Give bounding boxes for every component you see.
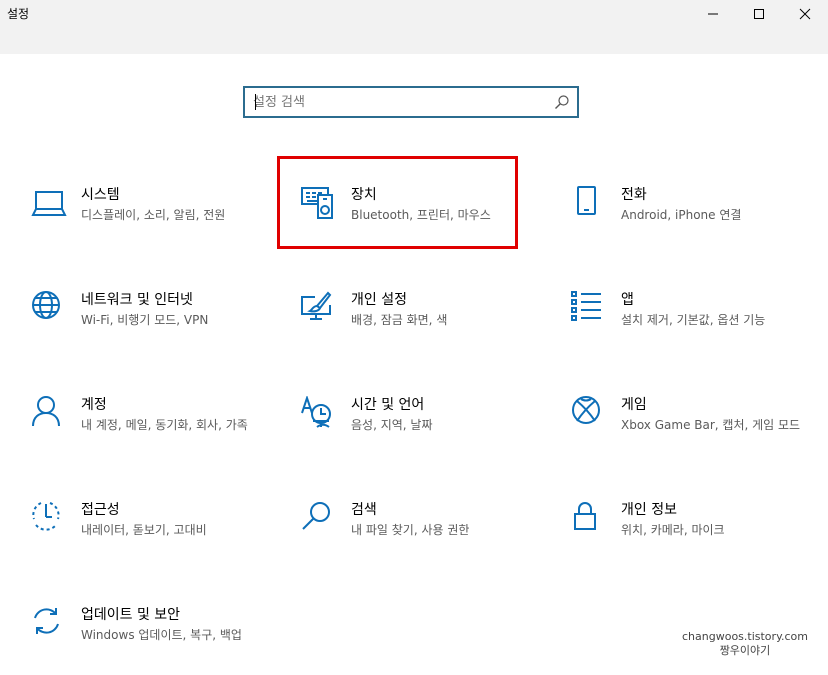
xbox-icon xyxy=(571,396,607,432)
tile-title: 장치 xyxy=(351,187,377,203)
devices-icon xyxy=(301,186,337,222)
watermark: changwoos.tistory.com 짱우이야기 xyxy=(670,630,820,658)
laptop-icon xyxy=(31,186,67,222)
tile-title: 앱 xyxy=(621,292,634,308)
search-icon xyxy=(301,501,337,537)
maximize-button[interactable] xyxy=(736,0,782,28)
tile-description: Xbox Game Bar, 캡처, 게임 모드 xyxy=(621,418,801,432)
search-input[interactable] xyxy=(253,92,543,112)
tile-title: 업데이트 및 보안 xyxy=(81,607,181,623)
minimize-icon xyxy=(708,13,718,15)
tile-network[interactable]: 네트워크 및 인터넷 Wi-Fi, 비행기 모드, VPN xyxy=(31,291,271,355)
tile-description: 배경, 잠금 화면, 색 xyxy=(351,313,448,327)
title-bar: 설정 xyxy=(0,0,828,54)
tile-title: 시스템 xyxy=(81,187,120,203)
tile-title: 계정 xyxy=(81,397,107,413)
tile-description: Windows 업데이트, 복구, 백업 xyxy=(81,628,242,642)
search-box[interactable] xyxy=(243,86,579,118)
tile-title: 개인 설정 xyxy=(351,292,407,308)
time-language-icon xyxy=(301,396,337,432)
phone-icon xyxy=(571,186,607,222)
sync-icon xyxy=(31,606,67,642)
tile-title: 개인 정보 xyxy=(621,502,677,518)
globe-icon xyxy=(31,291,67,327)
tile-ease-of-access[interactable]: 접근성 내레이터, 돋보기, 고대비 xyxy=(31,501,271,565)
tile-accounts[interactable]: 계정 내 계정, 메일, 동기화, 회사, 가족 xyxy=(31,396,271,460)
tile-phone[interactable]: 전화 Android, iPhone 연결 xyxy=(571,186,811,250)
tile-description: 위치, 카메라, 마이크 xyxy=(621,523,725,537)
tile-description: 내 파일 찾기, 사용 권한 xyxy=(351,523,470,537)
tile-description: 내 계정, 메일, 동기화, 회사, 가족 xyxy=(81,418,248,432)
paintbrush-monitor-icon xyxy=(301,291,337,327)
tile-description: Bluetooth, 프린터, 마우스 xyxy=(351,208,491,222)
tile-description: 설치 제거, 기본값, 옵션 기능 xyxy=(621,313,766,327)
tile-title: 시간 및 언어 xyxy=(351,397,425,413)
tile-description: 내레이터, 돋보기, 고대비 xyxy=(81,523,207,537)
search-icon xyxy=(555,95,569,109)
ease-of-access-icon xyxy=(31,501,67,537)
maximize-icon xyxy=(754,9,764,19)
tile-system[interactable]: 시스템 디스플레이, 소리, 알림, 전원 xyxy=(31,186,271,250)
tile-title: 전화 xyxy=(621,187,647,203)
minimize-button[interactable] xyxy=(690,0,736,28)
person-icon xyxy=(31,396,67,432)
tile-description: 디스플레이, 소리, 알림, 전원 xyxy=(81,208,226,222)
close-icon xyxy=(799,8,811,20)
close-button[interactable] xyxy=(782,0,828,28)
tile-title: 네트워크 및 인터넷 xyxy=(81,292,193,308)
tile-description: Wi-Fi, 비행기 모드, VPN xyxy=(81,313,209,327)
watermark-name: 짱우이야기 xyxy=(719,644,771,657)
tile-title: 게임 xyxy=(621,397,647,413)
lock-icon xyxy=(571,501,607,537)
tile-title: 검색 xyxy=(351,502,377,518)
tile-time-language[interactable]: 시간 및 언어 음성, 지역, 날짜 xyxy=(301,396,541,460)
tile-search[interactable]: 검색 내 파일 찾기, 사용 권한 xyxy=(301,501,541,565)
app-title: 설정 xyxy=(7,7,30,21)
text-caret xyxy=(255,94,256,110)
tile-description: 음성, 지역, 날짜 xyxy=(351,418,433,432)
tile-gaming[interactable]: 게임 Xbox Game Bar, 캡처, 게임 모드 xyxy=(571,396,811,460)
tile-personalization[interactable]: 개인 설정 배경, 잠금 화면, 색 xyxy=(301,291,541,355)
tile-update-security[interactable]: 업데이트 및 보안 Windows 업데이트, 복구, 백업 xyxy=(31,606,271,670)
watermark-url: changwoos.tistory.com xyxy=(682,630,808,643)
tile-apps[interactable]: 앱 설치 제거, 기본값, 옵션 기능 xyxy=(571,291,811,355)
app-list-icon xyxy=(571,291,607,327)
tile-description: Android, iPhone 연결 xyxy=(621,208,742,222)
tile-devices[interactable]: 장치 Bluetooth, 프린터, 마우스 xyxy=(301,186,541,250)
tile-privacy[interactable]: 개인 정보 위치, 카메라, 마이크 xyxy=(571,501,811,565)
tile-title: 접근성 xyxy=(81,502,120,518)
